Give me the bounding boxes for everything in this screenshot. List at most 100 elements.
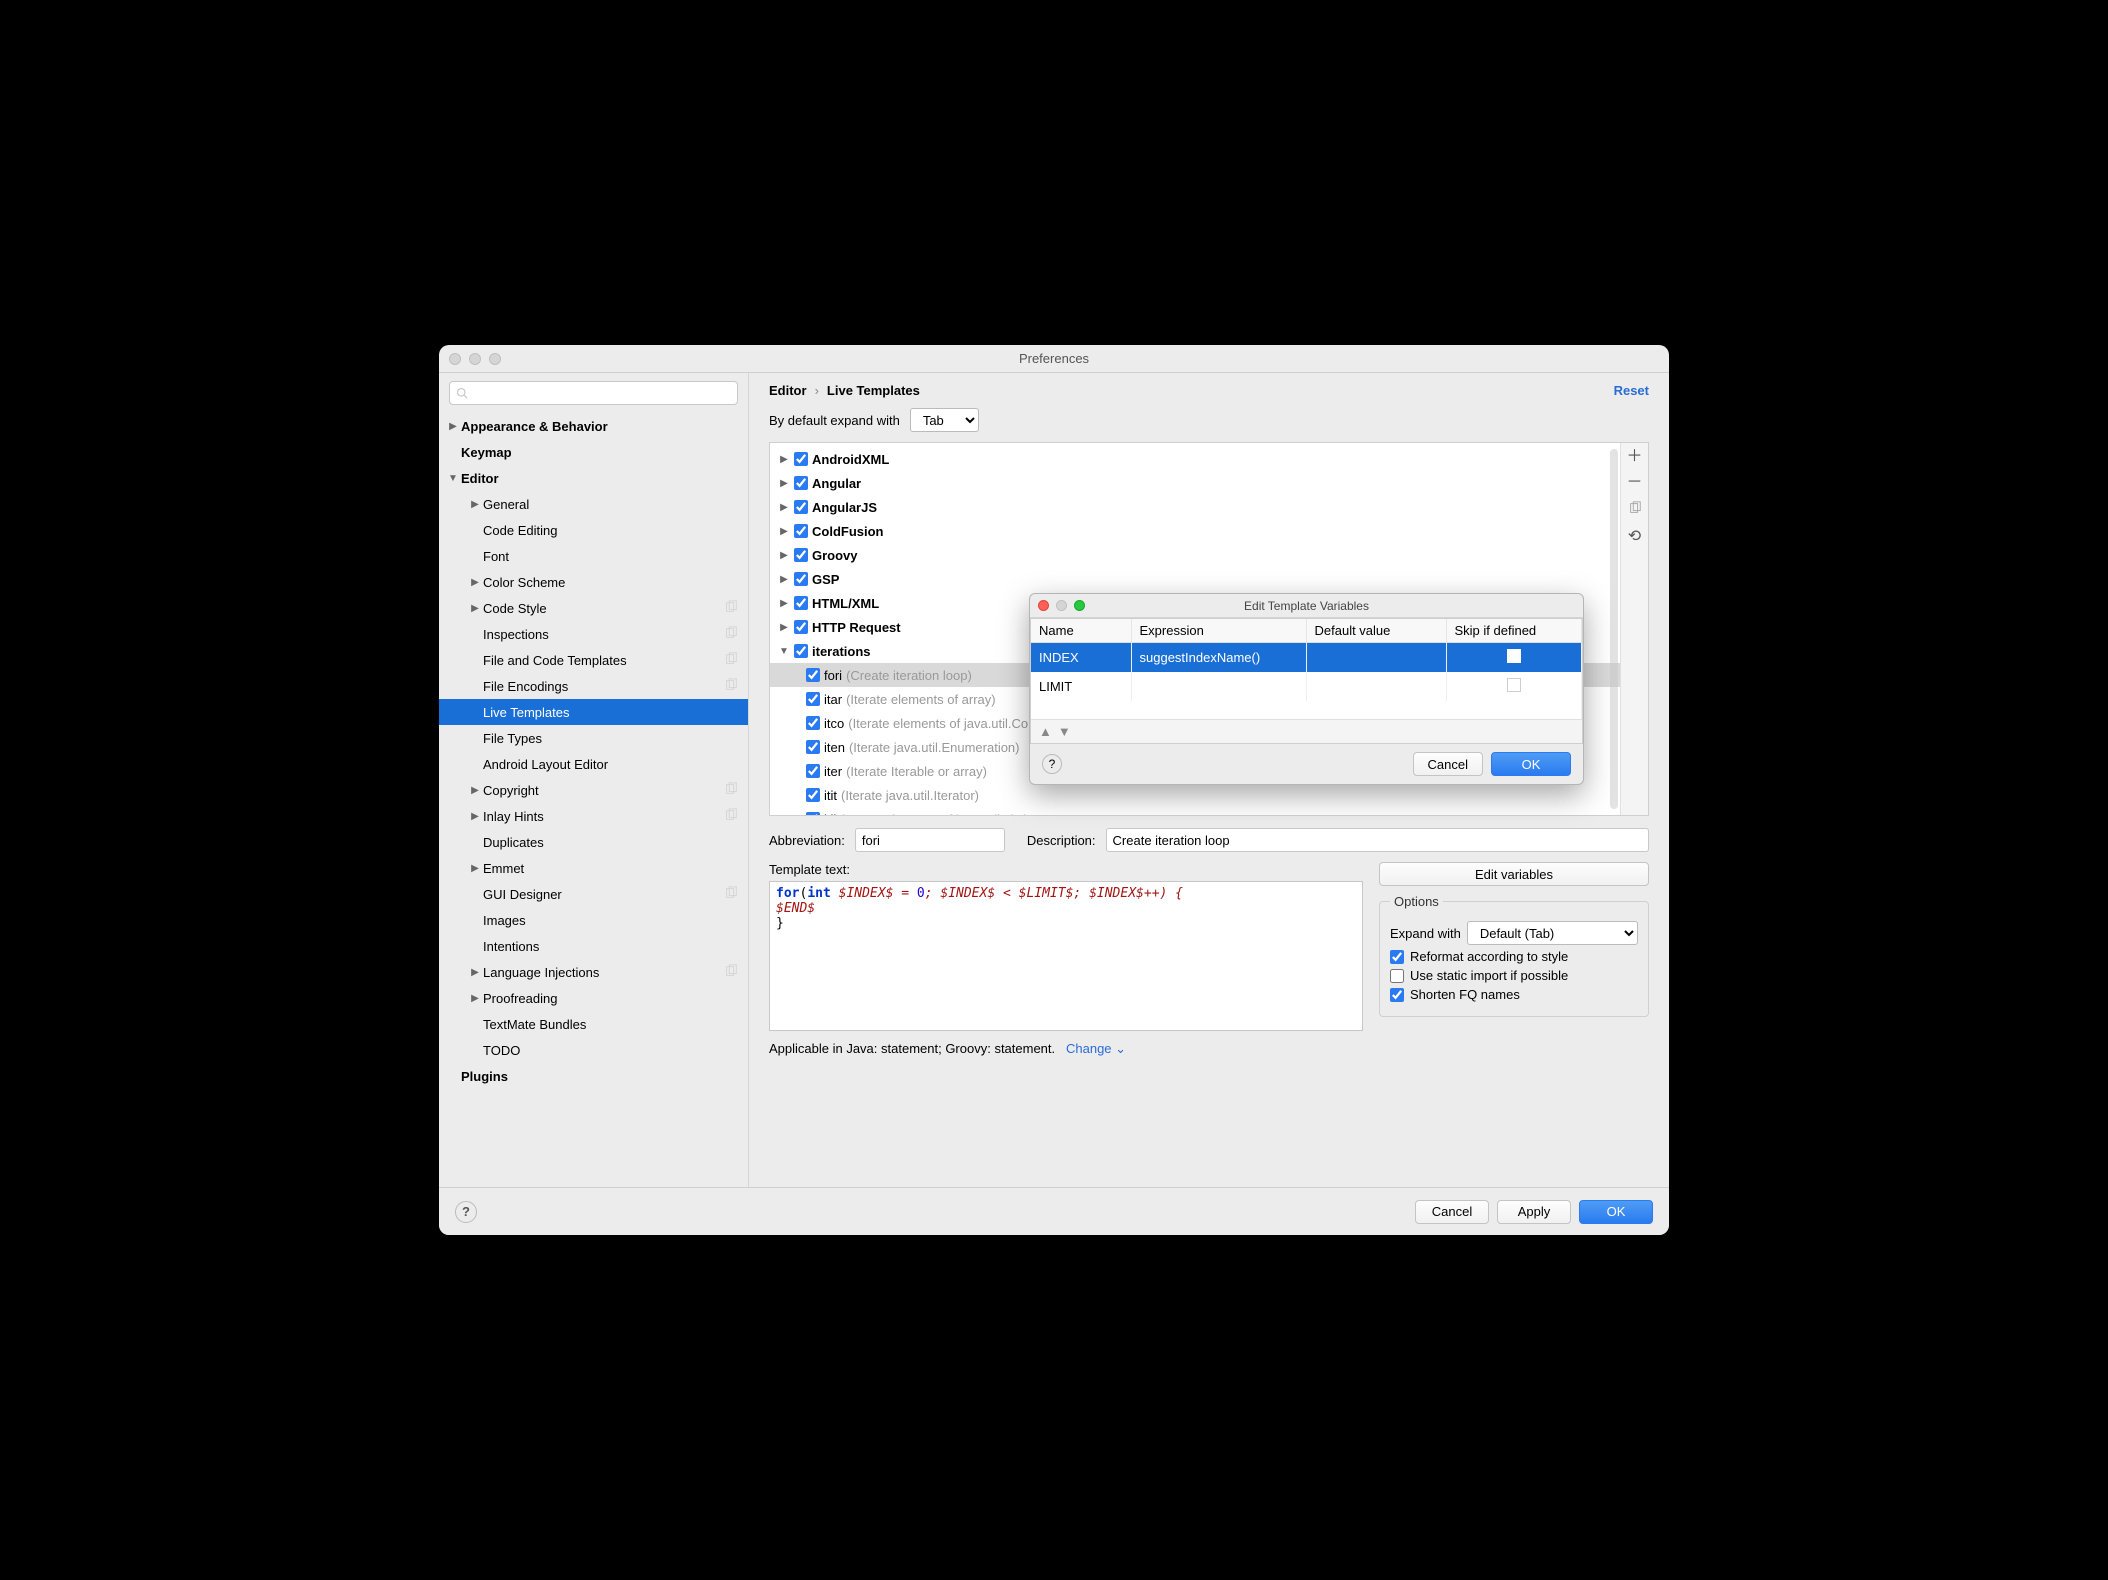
breadcrumb-root: Editor [769, 383, 807, 398]
sidebar-item[interactable]: File and Code Templates [439, 647, 748, 673]
sidebar-item[interactable]: ▶Code Style [439, 595, 748, 621]
group-checkbox[interactable] [794, 452, 808, 466]
template-checkbox[interactable] [806, 692, 820, 706]
tree-arrow-icon: ▶ [778, 622, 790, 633]
template-group[interactable]: ▶ Angular [770, 471, 1620, 495]
expand-with-opt-combo[interactable]: Default (Tab) [1467, 921, 1638, 945]
sidebar-item[interactable]: File Encodings [439, 673, 748, 699]
expand-with-combo[interactable]: Tab [910, 408, 979, 432]
sidebar-item[interactable]: GUI Designer [439, 881, 748, 907]
move-up-icon[interactable]: ▲ [1039, 724, 1052, 739]
group-checkbox[interactable] [794, 500, 808, 514]
template-group[interactable]: ▶ AngularJS [770, 495, 1620, 519]
scheme-icon [724, 782, 738, 799]
shorten-fq-checkbox[interactable] [1390, 988, 1404, 1002]
sidebar-item[interactable]: Plugins [439, 1063, 748, 1089]
revert-icon[interactable]: ⟲ [1628, 529, 1641, 545]
modal-ok-button[interactable]: OK [1491, 752, 1571, 776]
skip-checkbox[interactable] [1507, 678, 1521, 692]
col-expression: Expression [1131, 619, 1306, 643]
sidebar-item[interactable]: Keymap [439, 439, 748, 465]
sidebar-item[interactable]: Images [439, 907, 748, 933]
sidebar-item[interactable]: Intentions [439, 933, 748, 959]
breadcrumb: Editor › Live Templates Reset [749, 373, 1669, 404]
template-checkbox[interactable] [806, 764, 820, 778]
scheme-icon [724, 678, 738, 695]
group-checkbox[interactable] [794, 476, 808, 490]
copy-icon[interactable] [1628, 501, 1642, 519]
sidebar-item[interactable]: Live Templates [439, 699, 748, 725]
reformat-checkbox[interactable] [1390, 950, 1404, 964]
search-input[interactable] [449, 381, 738, 405]
tree-arrow-icon: ▶ [469, 603, 481, 614]
group-checkbox[interactable] [794, 572, 808, 586]
sidebar-item[interactable]: ▼Editor [439, 465, 748, 491]
sidebar-item[interactable]: Duplicates [439, 829, 748, 855]
group-checkbox[interactable] [794, 620, 808, 634]
remove-icon[interactable]: － [1626, 475, 1642, 491]
sidebar-item[interactable]: ▶Proofreading [439, 985, 748, 1011]
abbreviation-field[interactable] [855, 828, 1005, 852]
tree-arrow-icon: ▶ [778, 454, 790, 465]
sidebar-item[interactable]: TextMate Bundles [439, 1011, 748, 1037]
sidebar-item[interactable]: Inspections [439, 621, 748, 647]
scheme-icon [724, 600, 738, 617]
group-checkbox[interactable] [794, 644, 808, 658]
group-checkbox[interactable] [794, 548, 808, 562]
sidebar-item[interactable]: ▶Emmet [439, 855, 748, 881]
sidebar-item[interactable]: ▶Inlay Hints [439, 803, 748, 829]
group-checkbox[interactable] [794, 524, 808, 538]
variable-row[interactable]: INDEXsuggestIndexName() [1031, 643, 1582, 673]
apply-button[interactable]: Apply [1497, 1200, 1571, 1224]
variable-row[interactable]: LIMIT [1031, 672, 1582, 701]
template-item[interactable]: itli (Iterate elements of java.util.List… [770, 807, 1620, 815]
sidebar-item[interactable]: Font [439, 543, 748, 569]
skip-checkbox[interactable] [1507, 649, 1521, 663]
sidebar-item[interactable]: ▶Color Scheme [439, 569, 748, 595]
static-import-checkbox[interactable] [1390, 969, 1404, 983]
chevron-down-icon: ⌄ [1115, 1041, 1126, 1056]
modal-cancel-button[interactable]: Cancel [1413, 752, 1483, 776]
template-checkbox[interactable] [806, 668, 820, 682]
change-contexts-link[interactable]: Change ⌄ [1066, 1041, 1126, 1056]
template-group[interactable]: ▶ Groovy [770, 543, 1620, 567]
move-down-icon[interactable]: ▼ [1058, 724, 1071, 739]
template-text-editor[interactable]: for(int $INDEX$ = 0; $INDEX$ < $LIMIT$; … [769, 881, 1363, 1031]
sidebar-item[interactable]: TODO [439, 1037, 748, 1063]
sidebar-item[interactable]: File Types [439, 725, 748, 751]
template-checkbox[interactable] [806, 740, 820, 754]
description-field[interactable] [1106, 828, 1649, 852]
sidebar-item[interactable]: ▶Copyright [439, 777, 748, 803]
template-checkbox[interactable] [806, 788, 820, 802]
scrollbar[interactable] [1610, 449, 1618, 809]
tree-arrow-icon: ▶ [469, 863, 481, 874]
cancel-button[interactable]: Cancel [1415, 1200, 1489, 1224]
template-group[interactable]: ▶ ColdFusion [770, 519, 1620, 543]
tree-arrow-icon: ▼ [778, 646, 790, 657]
group-checkbox[interactable] [794, 596, 808, 610]
reset-link[interactable]: Reset [1614, 383, 1649, 398]
ok-button[interactable]: OK [1579, 1200, 1653, 1224]
options-legend: Options [1390, 894, 1443, 909]
preferences-window: Preferences ▶Appearance & BehaviorKeymap… [439, 345, 1669, 1235]
help-button[interactable]: ? [455, 1201, 477, 1223]
settings-tree[interactable]: ▶Appearance & BehaviorKeymap▼Editor▶Gene… [439, 413, 748, 1187]
sidebar-item[interactable]: Android Layout Editor [439, 751, 748, 777]
sidebar-item[interactable]: ▶General [439, 491, 748, 517]
col-default: Default value [1306, 619, 1446, 643]
template-checkbox[interactable] [806, 812, 820, 815]
sidebar-item[interactable]: Code Editing [439, 517, 748, 543]
expand-with-label: By default expand with [769, 413, 900, 428]
sidebar-item[interactable]: ▶Language Injections [439, 959, 748, 985]
template-group[interactable]: ▶ AndroidXML [770, 447, 1620, 471]
scheme-icon [724, 964, 738, 981]
template-item[interactable]: itit (Iterate java.util.Iterator) [770, 783, 1620, 807]
dialog-title: Edit Template Variables [1030, 599, 1583, 613]
template-checkbox[interactable] [806, 716, 820, 730]
help-button[interactable]: ? [1042, 754, 1062, 774]
sidebar-item[interactable]: ▶Appearance & Behavior [439, 413, 748, 439]
add-icon[interactable]: ＋ [1626, 449, 1642, 465]
edit-variables-button[interactable]: Edit variables [1379, 862, 1649, 886]
variables-table[interactable]: Name Expression Default value Skip if de… [1030, 618, 1583, 744]
template-group[interactable]: ▶ GSP [770, 567, 1620, 591]
